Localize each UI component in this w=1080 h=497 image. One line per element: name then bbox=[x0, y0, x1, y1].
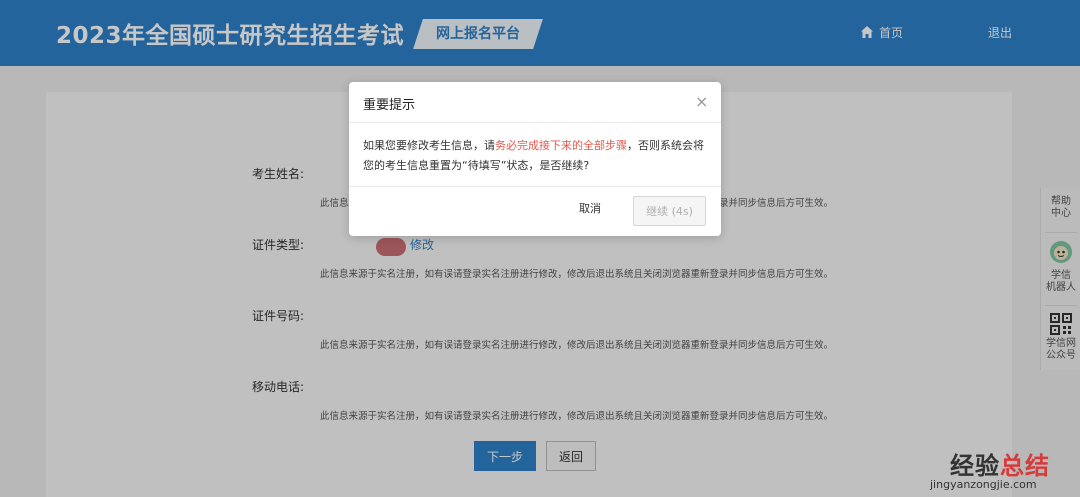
continue-button[interactable]: 继续 (4s) bbox=[633, 196, 706, 226]
watermark-main-highlight: 总结 bbox=[1000, 452, 1050, 480]
important-notice-dialog: 重要提示 × 如果您要修改考生信息，请务必完成接下来的全部步骤，否则系统会将您的… bbox=[349, 82, 721, 236]
dialog-message-warning: 务必完成接下来的全部步骤 bbox=[495, 139, 627, 152]
cancel-button[interactable]: 取消 bbox=[579, 200, 601, 216]
close-icon[interactable]: × bbox=[695, 94, 708, 110]
dialog-message-prefix: 如果您要修改考生信息，请 bbox=[363, 139, 495, 152]
watermark-main: 经验总结 bbox=[950, 446, 1050, 481]
dialog-title: 重要提示 bbox=[363, 98, 416, 113]
watermark-main-prefix: 经验 bbox=[950, 452, 1000, 480]
watermark: 经验总结 jingyanzongjie.com bbox=[920, 444, 1080, 497]
watermark-url: jingyanzongjie.com bbox=[930, 478, 1037, 491]
dialog-message: 如果您要修改考生信息，请务必完成接下来的全部步骤，否则系统会将您的考生信息重置为… bbox=[363, 136, 713, 176]
dialog-divider bbox=[349, 186, 721, 187]
dialog-divider bbox=[349, 122, 721, 123]
modal-overlay bbox=[0, 0, 1080, 497]
